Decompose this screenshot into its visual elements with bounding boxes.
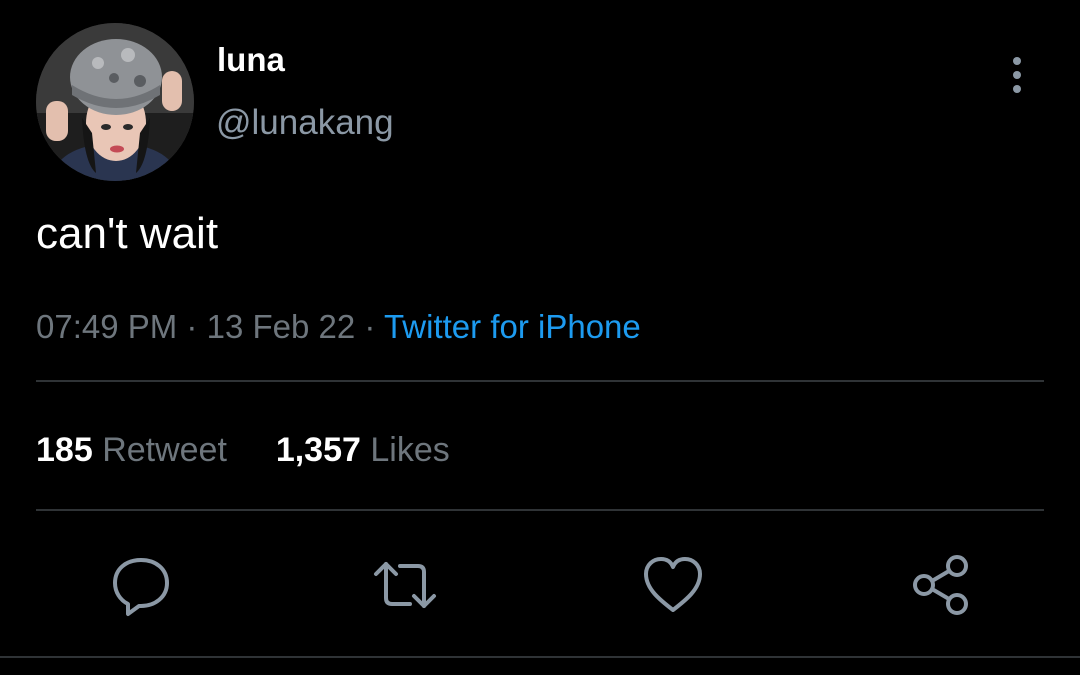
tweet-stats: 185 Retweet 1,357 Likes (36, 428, 450, 472)
avatar[interactable] (36, 23, 194, 181)
tweet-text: can't wait (36, 209, 219, 258)
reply-icon (113, 558, 169, 616)
user-handle[interactable]: @lunakang (216, 100, 394, 146)
display-name[interactable]: luna (217, 38, 285, 82)
bottom-divider (0, 656, 1080, 658)
likes-count: 1,357 (275, 431, 361, 469)
avatar-photo (36, 23, 194, 181)
likes-label: Likes (370, 431, 450, 469)
retweet-icon (374, 562, 436, 608)
tweet-meta: 07:49 PM · 13 Feb 22 · Twitter for iPhon… (36, 305, 641, 349)
share-icon (913, 555, 968, 615)
retweets-stat[interactable]: 185 Retweet (36, 428, 227, 472)
retweet-button[interactable] (372, 552, 438, 618)
tweet-time: 07:49 PM (36, 308, 178, 345)
more-vertical-icon[interactable] (1000, 54, 1034, 98)
like-button[interactable] (640, 552, 706, 618)
heart-icon (644, 557, 702, 612)
retweets-count: 185 (36, 431, 93, 469)
reply-button[interactable] (108, 552, 174, 618)
divider (36, 380, 1044, 382)
meta-separator: · (186, 308, 198, 345)
tweet-detail: luna @lunakang can't wait 07:49 PM · 13 … (0, 0, 1080, 675)
share-button[interactable] (908, 552, 974, 618)
tweet-source-link[interactable]: Twitter for iPhone (384, 308, 641, 345)
meta-separator: · (364, 308, 376, 345)
likes-stat[interactable]: 1,357 Likes (276, 428, 450, 472)
divider (36, 509, 1044, 511)
tweet-date[interactable]: 13 Feb 22 (207, 308, 356, 345)
retweets-label: Retweet (102, 431, 227, 469)
